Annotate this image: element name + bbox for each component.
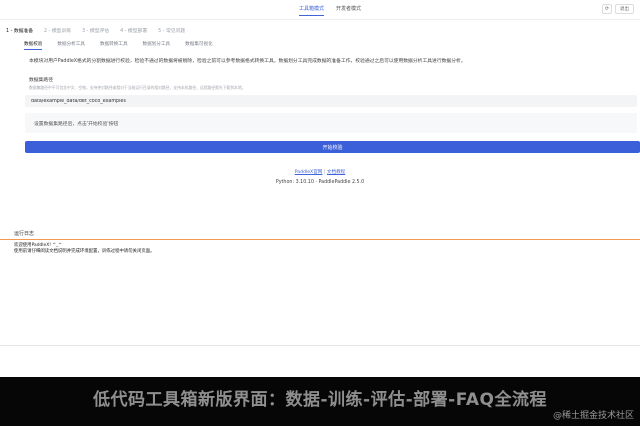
content-bottom-border [0,345,640,346]
caption-text: 低代码工具箱新版界面：数据-训练-评估-部署-FAQ全流程 [93,390,547,410]
subtab-data-convert[interactable]: 数据转换工具 [100,40,128,50]
subtab-data-validate[interactable]: 数据校验 [24,40,43,50]
tab-developer-mode[interactable]: 开发者模式 [336,5,361,16]
log-divider [0,239,640,240]
refresh-icon[interactable]: ⟳ [602,4,612,14]
logout-button[interactable]: 退出 [615,4,634,14]
tab-step-data-prep[interactable]: 1 - 数据准备 [6,27,33,37]
step-tab-bar: 1 - 数据准备 2 - 模型训练 3 - 模型评估 4 - 模型部署 5 - … [6,27,185,37]
subtab-bar: 数据校验 数据分析工具 数据转换工具 数据划分工具 数据集可视化 [24,40,213,50]
mode-tab-bar: 工具箱模式 开发者模式 [0,5,640,19]
top-right-controls: ⟳ 退出 [602,3,634,15]
subtab-data-analysis[interactable]: 数据分析工具 [57,40,85,50]
dataset-path-input[interactable] [25,95,637,107]
tab-step-faq[interactable]: 5 - 常见问题 [158,27,185,37]
footer-links: PaddleX官网 | 文档教程 [0,169,640,175]
dataset-path-hint: 数据集路径中不可包含中文、空格，支持绝对路径或相对于当前运行目录的相对路径，支持… [29,85,246,90]
status-message: 设置数据集路径后，点击'开始校验'按钮 [34,122,119,127]
watermark-text: @稀土掘金技术社区 [552,411,634,421]
dataset-path-label: 数据集路径 [29,78,53,83]
tab-step-deploy[interactable]: 4 - 模型部署 [120,27,147,37]
start-validate-button[interactable]: 开始校验 [25,141,640,153]
log-line: 使用前请仔细阅读文档说明并完成环境配置，训练过程中请勿关闭页面。 [14,249,155,254]
subtab-data-visualize[interactable]: 数据集可视化 [185,40,213,50]
app-window: 工具箱模式 开发者模式 ⟳ 退出 1 - 数据准备 2 - 模型训练 3 - 模… [0,0,640,377]
link-docs[interactable]: 文档教程 [327,170,345,175]
tab-step-train[interactable]: 2 - 模型训练 [44,27,71,37]
tab-step-evaluate[interactable]: 3 - 模型评估 [82,27,109,37]
version-info: Python: 3.10.10 · PaddlePaddle 2.5.0 [275,180,365,185]
log-title: 运行日志 [14,231,35,237]
module-description: 本模块对用户PaddleX格式的分割数据进行校验，检验不通过的数据将被剔除，检验… [29,59,466,64]
status-box: 设置数据集路径后，点击'开始校验'按钮 [25,113,637,133]
header-divider [0,19,640,20]
subtab-data-split[interactable]: 数据划分工具 [143,40,171,50]
link-paddlex-site[interactable]: PaddleX官网 [295,170,323,175]
tab-toolbox-mode[interactable]: 工具箱模式 [299,5,325,16]
caption-band: 低代码工具箱新版界面：数据-训练-评估-部署-FAQ全流程 @稀土掘金技术社区 [0,377,640,426]
